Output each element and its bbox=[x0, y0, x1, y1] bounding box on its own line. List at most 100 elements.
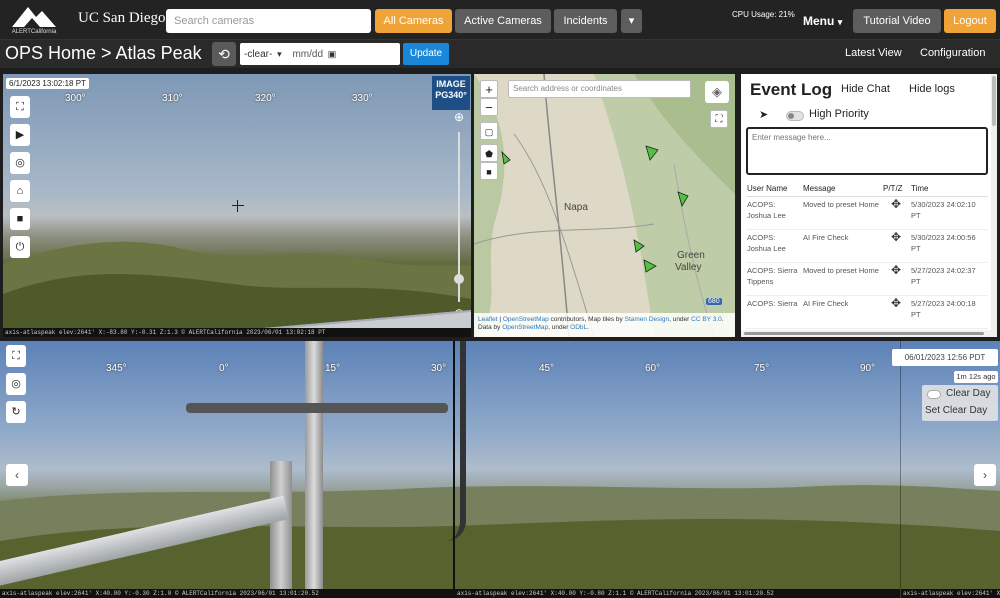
cc-link[interactable]: CC BY 3.0 bbox=[691, 316, 722, 323]
aim-crosshair-icon bbox=[232, 200, 244, 212]
home-icon: ⌂ bbox=[16, 185, 24, 197]
row-message: Moved to preset Home bbox=[802, 196, 882, 230]
power-icon: ⏻ bbox=[15, 241, 25, 253]
pano-fullscreen-button[interactable]: ⛶ bbox=[6, 345, 26, 367]
image-badge-line2: PG340° bbox=[435, 90, 467, 100]
active-cameras-button[interactable]: Active Cameras bbox=[455, 9, 551, 33]
set-clear-day-button[interactable]: Set Clear Day bbox=[925, 405, 987, 416]
incidents-button[interactable]: Incidents bbox=[554, 9, 617, 33]
move-icon[interactable]: ✥ bbox=[882, 196, 910, 230]
page-title: OPS Home > Atlas Peak bbox=[5, 43, 202, 63]
map-draw-button[interactable]: ▢ bbox=[480, 122, 498, 140]
osm-link-2[interactable]: OpenStreetMap bbox=[502, 324, 548, 331]
record-button[interactable]: ■ bbox=[10, 208, 30, 230]
map-fullscreen-button[interactable]: ⛶ bbox=[710, 110, 728, 128]
attribution-text: Data by bbox=[478, 324, 501, 331]
zoom-in-icon[interactable]: ⊕ bbox=[450, 110, 468, 124]
table-row: ACOPS: Sierra AI Fire Check ✥ 5/27/2023 … bbox=[746, 295, 988, 329]
panorama-divider bbox=[900, 341, 901, 598]
cpu-usage: CPU Usage: 21% bbox=[732, 10, 795, 19]
message-input[interactable] bbox=[746, 127, 988, 175]
date-input[interactable]: mm/dd bbox=[292, 49, 323, 60]
vertical-scrollbar[interactable] bbox=[991, 74, 997, 337]
menu-button[interactable]: Menu ▾ bbox=[803, 14, 842, 28]
attribution-text: under bbox=[551, 324, 569, 331]
odbl-link[interactable]: ODbL bbox=[570, 324, 587, 331]
fullscreen-button[interactable]: ⛶ bbox=[10, 96, 30, 118]
camera-timestamp: 6/1/2023 13:02:18 PT bbox=[6, 78, 89, 89]
clear-day-toggle[interactable] bbox=[927, 390, 941, 399]
map-zoom-out-button[interactable]: − bbox=[480, 98, 498, 116]
org-name[interactable]: UC San Diego bbox=[78, 10, 166, 27]
degree-label: 75° bbox=[754, 363, 770, 374]
attribution-text: contributors, Map tiles by bbox=[550, 316, 623, 323]
map-polygon-button[interactable]: ⬟ bbox=[480, 144, 498, 162]
calendar-icon[interactable]: ▣ bbox=[328, 49, 337, 59]
panorama-footer-left: axis-atlaspeak elev:2641' X:40.00 Y:-0.3… bbox=[0, 589, 453, 598]
map-rectangle-button[interactable]: ■ bbox=[480, 162, 498, 180]
all-cameras-button[interactable]: All Cameras bbox=[375, 9, 452, 33]
scrollbar-thumb[interactable] bbox=[744, 332, 984, 335]
degree-label: 330° bbox=[352, 93, 373, 104]
map-label-napa: Napa bbox=[564, 202, 588, 213]
leaflet-link[interactable]: Leaflet bbox=[478, 316, 498, 323]
highway-shield: 680 bbox=[706, 298, 722, 305]
zoom-slider-handle[interactable] bbox=[454, 274, 464, 284]
camera-search-input[interactable] bbox=[166, 9, 371, 33]
map-label-green: Green bbox=[677, 250, 705, 261]
column-header: P/T/Z bbox=[882, 182, 910, 197]
map-panel[interactable]: + − ▢ ⬟ ■ Search address or coordinates … bbox=[474, 74, 735, 337]
target-button[interactable]: ◎ bbox=[10, 152, 30, 174]
row-user: ACOPS: Joshua Lee bbox=[746, 229, 802, 263]
sub-navbar: OPS Home > Atlas Peak ⟲ -clear- ▾ mm/dd … bbox=[0, 40, 1000, 68]
history-button[interactable]: ⟲ bbox=[212, 42, 236, 66]
logout-button[interactable]: Logout bbox=[944, 9, 996, 33]
history-icon: ⟲ bbox=[218, 46, 230, 62]
update-button[interactable]: Update bbox=[403, 43, 449, 65]
hide-chat-button[interactable]: Hide Chat bbox=[841, 83, 890, 95]
map-zoom-in-button[interactable]: + bbox=[480, 80, 498, 98]
high-priority-label: High Priority bbox=[809, 108, 869, 120]
map-search-input[interactable]: Search address or coordinates bbox=[508, 80, 691, 98]
camera-view[interactable]: 6/1/2023 13:02:18 PT 300° 310° 320° 330°… bbox=[3, 74, 471, 337]
degree-label: 0° bbox=[219, 363, 229, 374]
pano-refresh-button[interactable]: ↻ bbox=[6, 401, 26, 423]
column-header: Message bbox=[802, 182, 882, 197]
event-log-panel: Event Log Hide Chat Hide logs ➤ High Pri… bbox=[741, 74, 997, 337]
tutorial-video-button[interactable]: Tutorial Video bbox=[853, 9, 941, 33]
hide-logs-button[interactable]: Hide logs bbox=[909, 83, 955, 95]
horizontal-scrollbar[interactable] bbox=[741, 330, 991, 337]
degree-label: 320° bbox=[255, 93, 276, 104]
event-log-title: Event Log bbox=[750, 80, 833, 99]
time-option: -clear- bbox=[244, 49, 273, 60]
home-button[interactable]: ⌂ bbox=[10, 180, 30, 202]
scrollbar-thumb[interactable] bbox=[992, 76, 996, 126]
alertcalifornia-logo[interactable]: ALERTCalifornia bbox=[6, 3, 62, 37]
table-row: ACOPS: Sierra Tippens Moved to preset Ho… bbox=[746, 262, 988, 296]
time-select[interactable]: -clear- ▾ mm/dd ▣ bbox=[240, 43, 400, 65]
power-button[interactable]: ⏻ bbox=[10, 236, 30, 258]
table-row: ACOPS: Joshua Lee AI Fire Check ✥ 5/30/2… bbox=[746, 229, 988, 263]
latest-view-link[interactable]: Latest View bbox=[845, 47, 902, 59]
pano-next-button[interactable]: › bbox=[974, 464, 996, 486]
row-message: Moved to preset Home bbox=[802, 262, 882, 296]
move-icon[interactable]: ✥ bbox=[882, 295, 910, 329]
configuration-link[interactable]: Configuration bbox=[920, 47, 985, 59]
pano-target-button[interactable]: ◎ bbox=[6, 373, 26, 395]
move-icon[interactable]: ✥ bbox=[882, 229, 910, 263]
panorama-view[interactable]: 345° 0° 15° 30° 45° 60° 75° 90° ⛶ ◎ ↻ ‹ … bbox=[0, 341, 1000, 598]
high-priority-toggle[interactable] bbox=[786, 111, 804, 121]
location-arrow-icon[interactable]: ➤ bbox=[759, 108, 768, 121]
stamen-link[interactable]: Stamen Design bbox=[625, 316, 669, 323]
move-icon[interactable]: ✥ bbox=[882, 262, 910, 296]
row-message: AI Fire Check bbox=[802, 229, 882, 263]
row-time: 5/27/2023 24:00:18 PT bbox=[910, 295, 988, 329]
pano-prev-button[interactable]: ‹ bbox=[6, 464, 28, 486]
more-dropdown-button[interactable]: ▾ bbox=[621, 9, 642, 33]
table-row: ACOPS: Joshua Lee Moved to preset Home ✥… bbox=[746, 196, 988, 230]
play-button[interactable]: ▶ bbox=[10, 124, 30, 146]
zoom-control[interactable]: ⊕ ⊖ ⚙ bbox=[450, 110, 468, 336]
osm-link[interactable]: OpenStreetMap bbox=[503, 316, 549, 323]
image-badge[interactable]: IMAGE PG340° bbox=[432, 76, 470, 110]
map-layers-button[interactable]: ◈ bbox=[705, 81, 729, 103]
